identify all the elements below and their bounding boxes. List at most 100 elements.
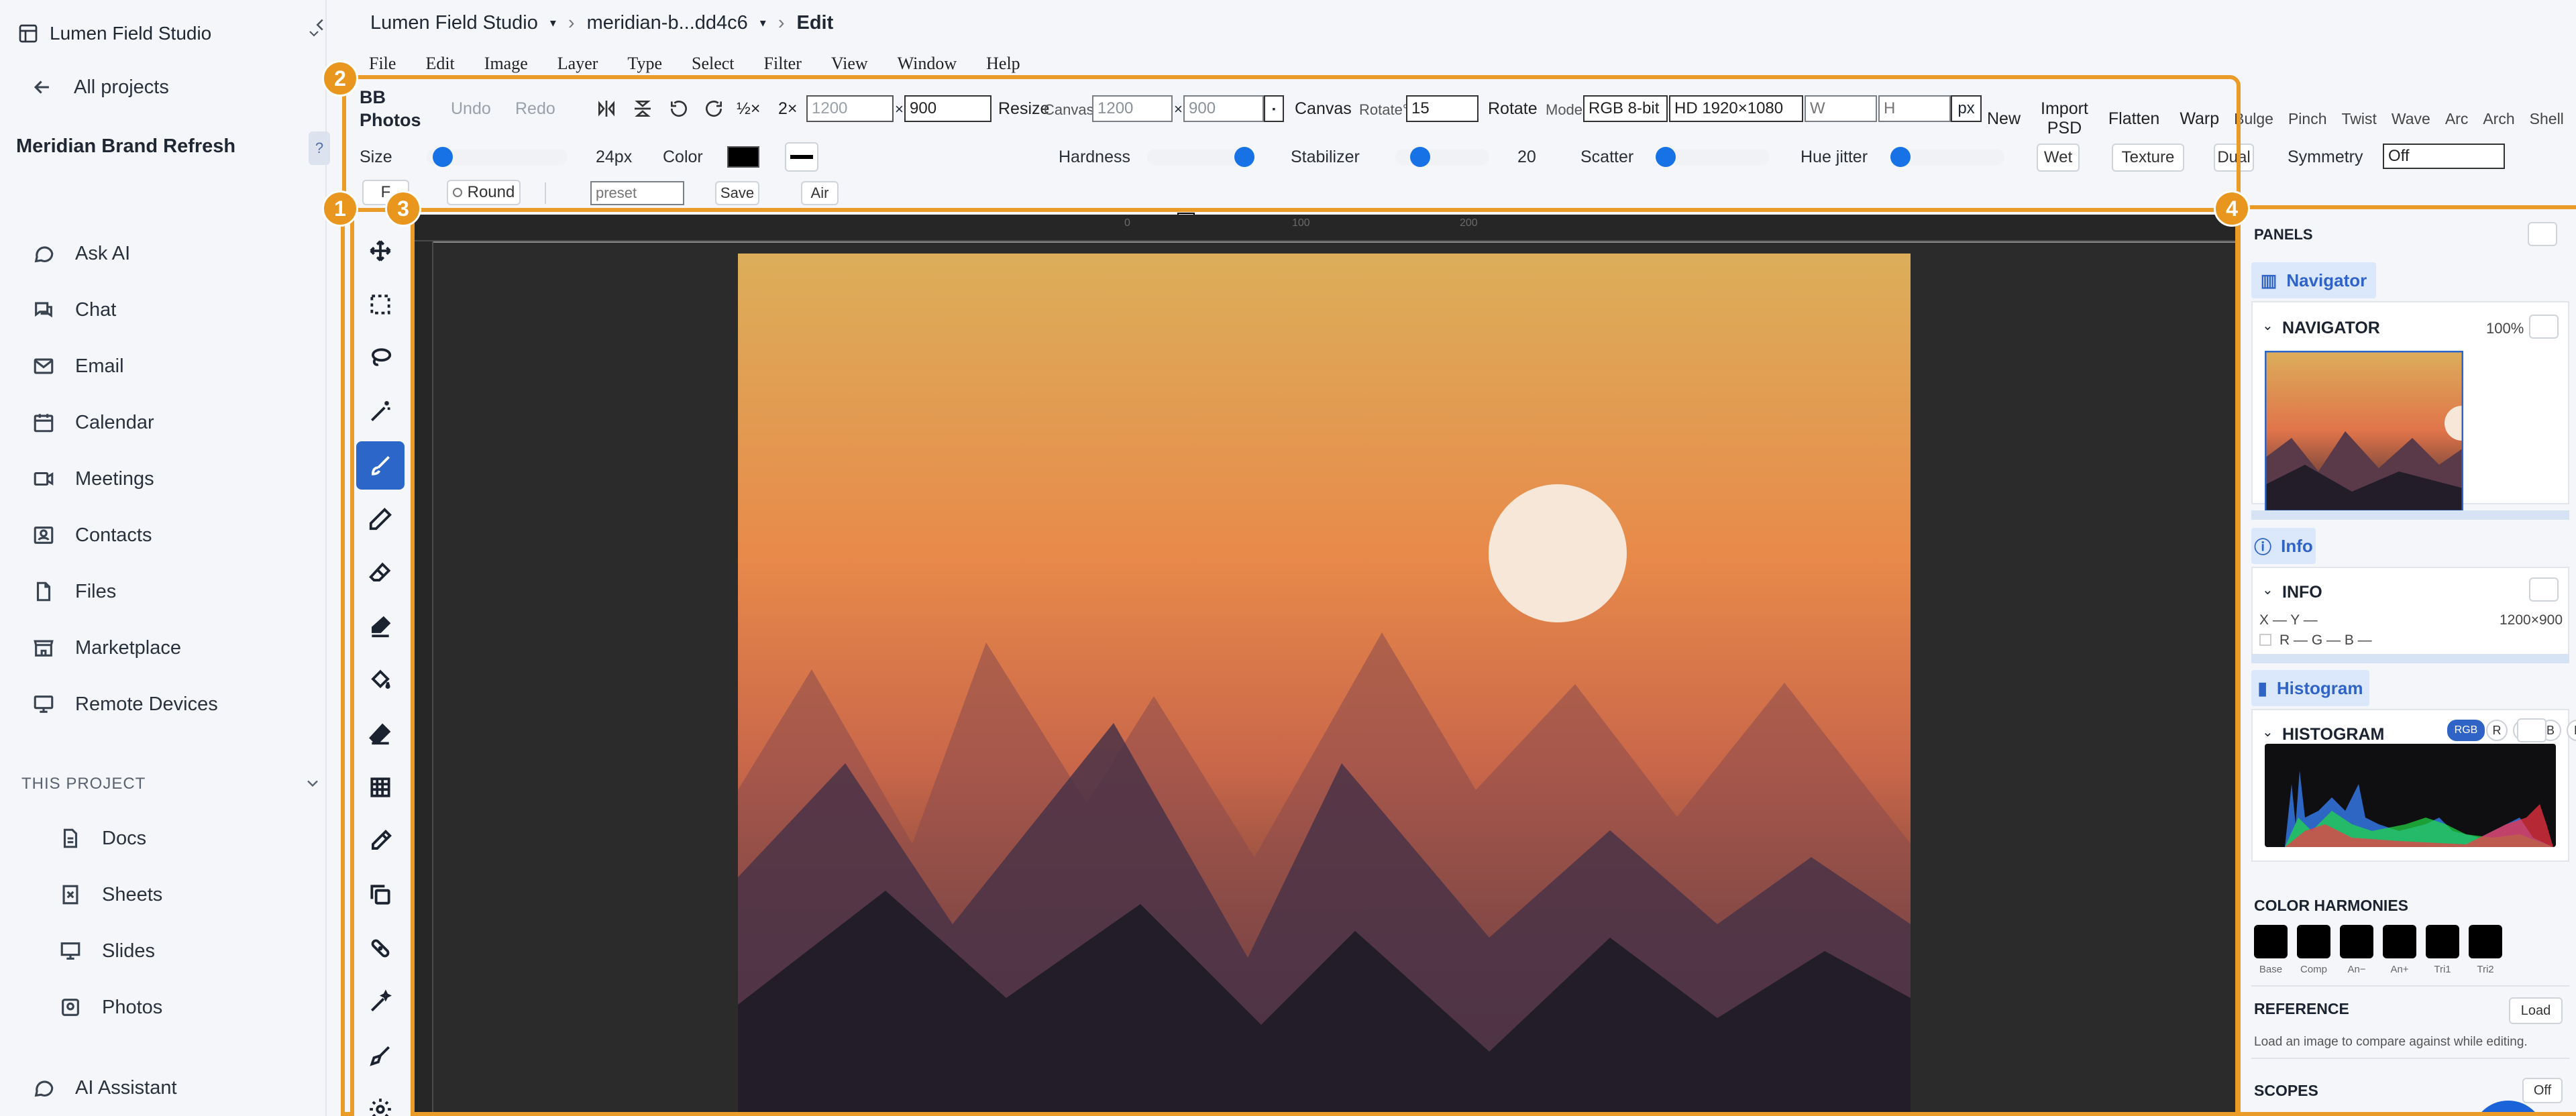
navigator-tab[interactable]: ▥ Navigator: [2251, 262, 2376, 298]
harmony-swatch[interactable]: [2297, 925, 2330, 958]
histogram-popout-button[interactable]: [2517, 718, 2546, 742]
chevron-down-icon[interactable]: [306, 25, 322, 42]
tool-clone[interactable]: [356, 871, 405, 919]
section-chevron-icon[interactable]: [303, 774, 322, 793]
breadcrumb-file[interactable]: meridian-b...dd4c6: [587, 12, 748, 34]
stabilizer-slider-thumb[interactable]: [1410, 147, 1430, 167]
undo-button[interactable]: Undo: [451, 99, 491, 119]
menu-layer[interactable]: Layer: [557, 54, 598, 74]
action-twist[interactable]: Twist: [2342, 99, 2377, 138]
action-arc[interactable]: Arc: [2445, 99, 2469, 138]
menu-help[interactable]: Help: [986, 54, 1020, 74]
wet-toggle[interactable]: Wet: [2037, 144, 2080, 172]
action-import-psd[interactable]: Import PSD: [2041, 99, 2088, 138]
harmony-swatch[interactable]: [2340, 925, 2373, 958]
action-pinch[interactable]: Pinch: [2288, 99, 2327, 138]
harmony-swatch[interactable]: [2469, 925, 2502, 958]
rotate-right-icon[interactable]: [703, 98, 724, 119]
scatter-slider[interactable]: [1656, 147, 1770, 167]
action-flatten[interactable]: Flatten: [2108, 99, 2159, 138]
canvas-button[interactable]: Canvas: [1295, 99, 1352, 119]
preset-size-select[interactable]: [1669, 95, 1803, 122]
info-popout-button[interactable]: [2529, 577, 2559, 602]
breadcrumb-app[interactable]: Lumen Field Studio: [370, 12, 538, 34]
color-swatch[interactable]: [727, 146, 759, 168]
menu-type[interactable]: Type: [627, 54, 662, 74]
histogram-tab[interactable]: ▮ Histogram: [2251, 670, 2369, 706]
breadcrumb-file-caret-icon[interactable]: ▾: [760, 16, 766, 30]
flip-horizontal-icon[interactable]: [596, 98, 617, 119]
panels-popout-button[interactable]: [2528, 222, 2557, 246]
custom-height-input[interactable]: [1878, 95, 1951, 122]
menu-filter[interactable]: Filter: [764, 54, 802, 74]
channel-rgb[interactable]: RGB: [2447, 720, 2485, 741]
round-tip-button[interactable]: Round: [447, 180, 521, 205]
action-warp[interactable]: Warp: [2180, 99, 2219, 138]
tool-marquee[interactable]: [356, 280, 405, 329]
stroke-preview-button[interactable]: [785, 142, 818, 172]
size-slider[interactable]: [427, 147, 568, 167]
project-item-photos[interactable]: Photos: [59, 987, 162, 1027]
tool-settings[interactable]: [356, 1085, 405, 1116]
project-item-slides[interactable]: Slides: [59, 931, 155, 971]
canvas-width-input[interactable]: [1092, 95, 1173, 122]
menu-select[interactable]: Select: [692, 54, 735, 74]
artwork-image[interactable]: [738, 254, 1911, 1116]
info-tab[interactable]: ⓘ Info: [2251, 528, 2316, 564]
all-projects-link[interactable]: All projects: [31, 67, 169, 107]
menu-edit[interactable]: Edit: [425, 54, 454, 74]
sidebar-item-email[interactable]: Email: [32, 346, 124, 386]
menu-window[interactable]: Window: [898, 54, 957, 74]
mode-select[interactable]: [1583, 95, 1668, 122]
canvas-area[interactable]: 0 100 200: [413, 215, 2238, 1116]
action-arch[interactable]: Arch: [2483, 99, 2514, 138]
menu-file[interactable]: File: [369, 54, 396, 74]
breadcrumb-caret-icon[interactable]: ▾: [550, 16, 556, 30]
flip-vertical-icon[interactable]: [632, 98, 653, 119]
tool-sparkle-wand[interactable]: [356, 978, 405, 1026]
stabilizer-slider[interactable]: [1395, 147, 1489, 167]
info-resize-handle[interactable]: [2251, 654, 2569, 663]
dual-toggle[interactable]: Dual: [2214, 144, 2254, 172]
navigator-collapse-icon[interactable]: ⌄: [2262, 317, 2273, 334]
tool-lasso[interactable]: [356, 334, 405, 382]
sidebar-item-files[interactable]: Files: [32, 571, 116, 612]
half-size-button[interactable]: ½×: [737, 99, 760, 119]
project-item-docs[interactable]: Docs: [59, 818, 146, 858]
preset-name-input[interactable]: [590, 181, 684, 205]
rotate-left-icon[interactable]: [668, 98, 690, 119]
menu-image[interactable]: Image: [484, 54, 528, 74]
harmony-swatch[interactable]: [2383, 925, 2416, 958]
harmony-swatch[interactable]: [2254, 925, 2288, 958]
tool-smudge[interactable]: [356, 602, 405, 651]
navigator-popout-button[interactable]: [2529, 315, 2559, 339]
tool-move[interactable]: [356, 227, 405, 275]
navigator-thumbnail[interactable]: [2265, 351, 2463, 512]
hue-jitter-slider-thumb[interactable]: [1890, 147, 1911, 167]
hardness-slider[interactable]: [1147, 147, 1254, 167]
project-item-sheets[interactable]: Sheets: [59, 875, 162, 915]
tool-broom[interactable]: [356, 1031, 405, 1080]
menu-view[interactable]: View: [831, 54, 868, 74]
tool-healing[interactable]: [356, 924, 405, 972]
sidebar-item-marketplace[interactable]: Marketplace: [32, 628, 181, 668]
rotate-button[interactable]: Rotate: [1488, 99, 1538, 119]
navigator-resize-handle[interactable]: [2251, 510, 2569, 520]
tool-pattern[interactable]: [356, 763, 405, 812]
resize-button[interactable]: Resize: [998, 99, 1049, 119]
tool-eyedropper[interactable]: [356, 817, 405, 865]
double-size-button[interactable]: 2×: [778, 99, 798, 119]
tool-fill-bucket[interactable]: [356, 656, 405, 704]
sidebar-item-ask-ai[interactable]: Ask AI: [32, 233, 130, 274]
hue-jitter-slider[interactable]: [1890, 147, 2004, 167]
symmetry-select[interactable]: [2383, 144, 2505, 169]
tool-brush[interactable]: [356, 441, 405, 490]
height-input[interactable]: [904, 95, 991, 122]
tool-pencil[interactable]: [356, 495, 405, 543]
load-reference-button[interactable]: Load: [2509, 997, 2563, 1024]
sidebar-item-meetings[interactable]: Meetings: [32, 459, 154, 499]
sidebar-item-calendar[interactable]: Calendar: [32, 402, 154, 443]
action-shell[interactable]: Shell: [2530, 99, 2564, 138]
tool-magic-wand[interactable]: [356, 388, 405, 436]
sidebar-item-chat[interactable]: Chat: [32, 290, 116, 330]
